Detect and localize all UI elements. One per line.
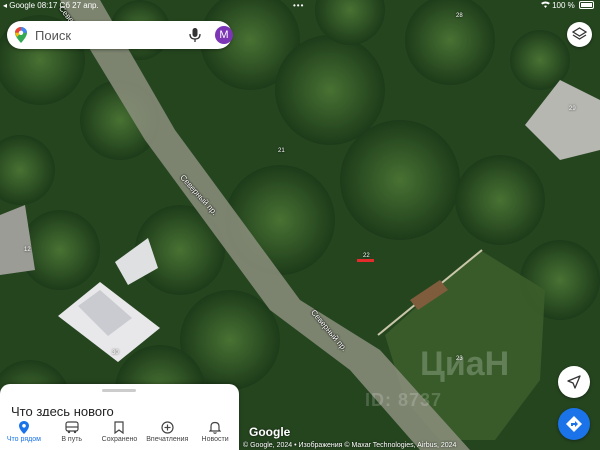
wifi-icon (540, 1, 552, 10)
directions-button[interactable] (558, 408, 590, 440)
house-number: 28 (456, 13, 463, 19)
satellite-map[interactable] (0, 0, 600, 450)
nav-explore[interactable]: Что рядом (0, 416, 48, 450)
search-input[interactable] (35, 27, 175, 43)
back-to-app-label[interactable]: Google (9, 1, 35, 10)
multitask-dots-icon[interactable]: ••• (293, 0, 304, 12)
nav-label: Впечатления (146, 436, 189, 443)
navigation-arrow-icon (567, 375, 581, 389)
directions-icon (566, 416, 582, 432)
avatar[interactable]: M (215, 26, 233, 44)
watermark: ЦиаН (420, 345, 510, 383)
status-left: ◂ Google 08:17 Сб 27 апр. (3, 0, 99, 12)
house-number: 12 (24, 247, 31, 253)
battery-icon (579, 1, 594, 9)
nav-label: Что рядом (6, 436, 41, 443)
bookmark-icon (114, 421, 125, 434)
battery-percent: 100 % (552, 1, 575, 10)
plus-circle-icon (161, 421, 174, 434)
bell-icon (209, 421, 222, 434)
drag-handle[interactable] (102, 389, 136, 392)
nav-updates[interactable]: Новости (191, 416, 239, 450)
layers-icon (572, 27, 587, 40)
watermark-id: ID: 8737 (365, 390, 443, 410)
house-number: 21 (278, 148, 285, 154)
google-logo: Google (249, 425, 291, 439)
nav-go[interactable]: В путь (48, 416, 96, 450)
nav-label: Сохранено (101, 436, 138, 443)
nav-contribute[interactable]: Впечатления (143, 416, 191, 450)
nav-saved[interactable]: Сохранено (96, 416, 144, 450)
location-pin-icon (18, 421, 29, 434)
maps-logo-icon (15, 27, 27, 43)
map-attribution[interactable]: © Google, 2024 • Изображения © Maxar Tec… (243, 442, 456, 449)
status-bar: ◂ Google 08:17 Сб 27 апр. ••• 100 % (0, 0, 600, 12)
status-right: 100 % (540, 0, 594, 12)
house-number: 22 (363, 253, 370, 259)
house-number: 30 (112, 350, 119, 356)
house-number: 29 (569, 106, 576, 112)
property-marker (357, 259, 374, 262)
layers-button[interactable] (567, 22, 592, 47)
nav-label: Новости (201, 436, 229, 443)
status-date: Сб 27 апр. (59, 1, 99, 10)
nav-label: В путь (61, 436, 83, 443)
back-to-app-icon: ◂ (3, 1, 8, 10)
my-location-button[interactable] (558, 366, 590, 398)
search-bar[interactable]: M (7, 21, 233, 49)
bottom-navigation: Что рядом В путь Сохранено Впечатления Н… (0, 416, 239, 450)
bus-icon (65, 421, 79, 434)
microphone-icon[interactable] (189, 28, 201, 42)
status-time: 08:17 (37, 1, 58, 10)
